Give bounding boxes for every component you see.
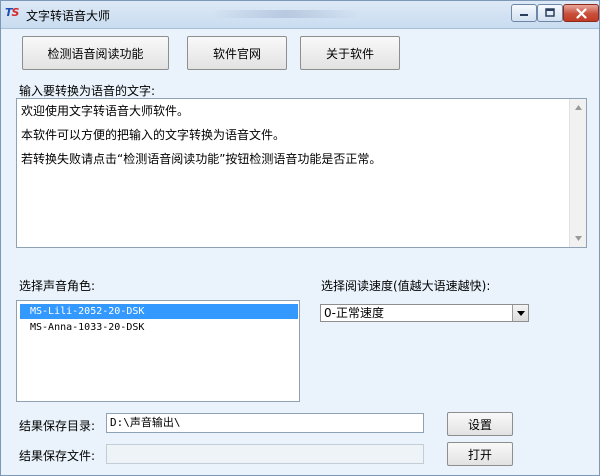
text-line: 欢迎使用文字转语音大师软件。	[21, 104, 190, 118]
set-dir-button[interactable]: 设置	[447, 412, 513, 436]
chevron-up-icon	[575, 105, 582, 110]
voice-item-selected[interactable]: MS-Lili-2052-20-DSK	[20, 304, 298, 319]
chevron-down-icon	[516, 310, 525, 316]
minimize-button[interactable]	[511, 4, 537, 22]
minimize-icon	[520, 14, 528, 16]
speed-label: 选择阅读速度(值越大语速越快):	[321, 279, 491, 293]
input-text-label: 输入要转换为语音的文字:	[19, 84, 156, 98]
text-line: 若转换失败请点击“检测语音阅读功能”按钮检测语音功能是否正常。	[21, 152, 382, 166]
speed-select[interactable]: 0-正常速度	[320, 304, 529, 322]
vertical-scrollbar[interactable]	[569, 99, 586, 247]
title-bar[interactable]: TS 文字转语音大师	[1, 1, 599, 29]
textarea-content: 欢迎使用文字转语音大师软件。 本软件可以方便的把输入的文字转换为语音文件。 若转…	[21, 104, 566, 176]
save-file-label: 结果保存文件:	[19, 449, 96, 463]
speed-dropdown-button[interactable]	[512, 305, 528, 321]
app-logo-icon: TS	[5, 6, 19, 19]
main-window: TS 文字转语音大师 检测语音阅读功能 软件官网 关于软件 输入要转换为语音的文…	[0, 0, 600, 476]
voice-item[interactable]: MS-Anna-1033-20-DSK	[20, 320, 298, 335]
voice-label: 选择声音角色:	[19, 279, 96, 293]
scroll-up-button[interactable]	[570, 99, 586, 116]
title-bar-blur	[211, 10, 361, 18]
speed-select-value: 0-正常速度	[324, 306, 384, 320]
save-dir-input[interactable]: D:\声音输出\	[106, 413, 424, 433]
maximize-button[interactable]	[537, 4, 563, 22]
website-button[interactable]: 软件官网	[187, 36, 287, 70]
save-file-input[interactable]	[106, 444, 424, 464]
voice-listbox[interactable]: MS-Lili-2052-20-DSK MS-Anna-1033-20-DSK	[16, 300, 300, 402]
window-title: 文字转语音大师	[26, 9, 111, 23]
close-icon	[575, 7, 587, 19]
about-button[interactable]: 关于软件	[300, 36, 400, 70]
close-button[interactable]	[563, 4, 599, 22]
open-file-button[interactable]: 打开	[447, 442, 513, 466]
chevron-down-icon	[575, 236, 582, 241]
check-voice-button[interactable]: 检测语音阅读功能	[22, 36, 169, 70]
text-line: 本软件可以方便的把输入的文字转换为语音文件。	[21, 128, 286, 142]
save-dir-label: 结果保存目录:	[19, 419, 96, 433]
maximize-icon	[545, 8, 555, 17]
input-textarea[interactable]: 欢迎使用文字转语音大师软件。 本软件可以方便的把输入的文字转换为语音文件。 若转…	[16, 98, 587, 248]
scroll-down-button[interactable]	[570, 230, 586, 247]
